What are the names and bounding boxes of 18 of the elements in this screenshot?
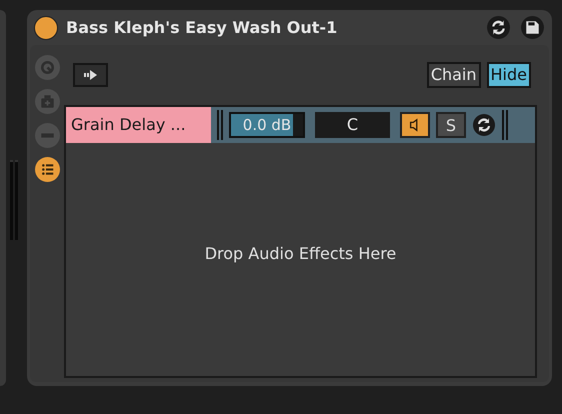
pan-field[interactable]: C	[315, 112, 390, 138]
view-toggle-button[interactable]: Chain	[426, 62, 481, 88]
chain-row[interactable]: Grain Delay ... 0.0 dB C S	[66, 107, 535, 143]
hot-swap-icon[interactable]	[472, 113, 496, 137]
view-toggle-button[interactable]: Hide	[486, 62, 531, 88]
save-icon[interactable]	[520, 15, 545, 40]
meter-icon	[502, 110, 508, 140]
drop-hint: Drop Audio Effects Here	[204, 244, 396, 263]
hot-swap-icon[interactable]	[486, 15, 511, 40]
power-button[interactable]	[34, 16, 58, 40]
solo-button[interactable]: S	[436, 112, 466, 138]
auto-select-button[interactable]	[73, 63, 108, 87]
list-icon[interactable]	[34, 157, 60, 182]
device-title: Bass Kleph's Easy Wash Out-1	[66, 18, 338, 37]
chain-name[interactable]: Grain Delay ...	[66, 107, 211, 143]
chain-activator-button[interactable]	[400, 112, 430, 138]
meter-icon	[217, 110, 223, 140]
volume-slider[interactable]: 0.0 dB	[229, 112, 305, 138]
